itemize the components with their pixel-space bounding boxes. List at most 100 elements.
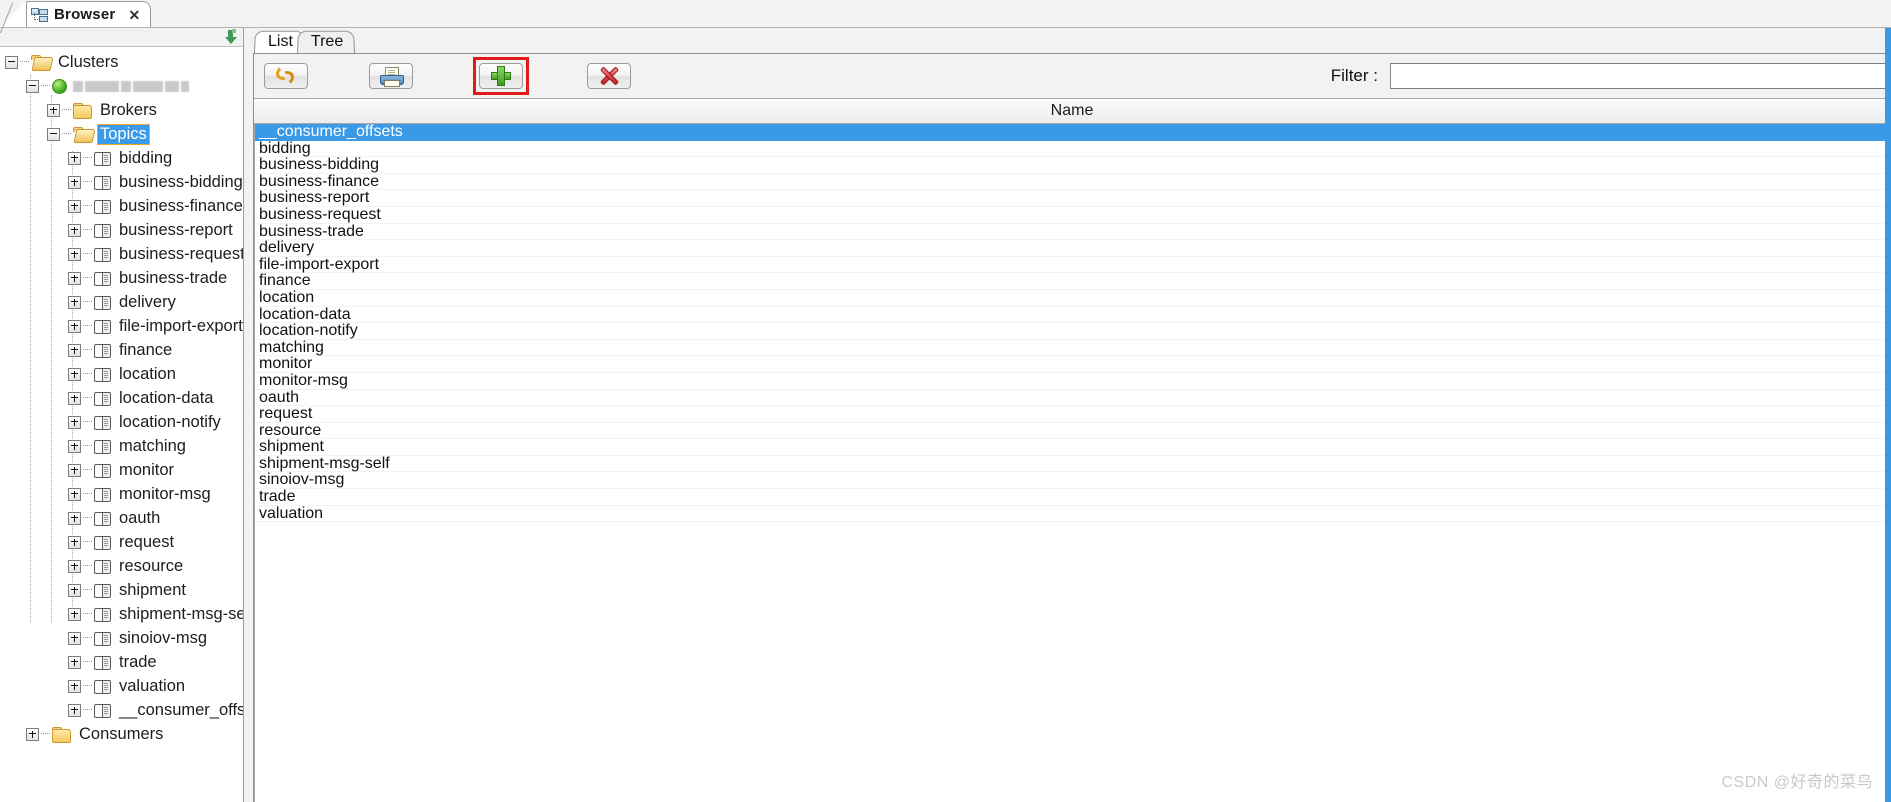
tree-toggle-icon[interactable]	[47, 103, 60, 117]
tree-node-topic[interactable]: location	[0, 362, 243, 386]
table-row[interactable]: file-import-export	[255, 256, 1890, 274]
tree-node-topic[interactable]: request	[0, 530, 243, 554]
table-row[interactable]: sinoiov-msg	[255, 472, 1890, 490]
tree-node-topic[interactable]: location-notify	[0, 410, 243, 434]
tree-toggle-icon[interactable]	[68, 295, 81, 309]
tree-node-topic[interactable]: resource	[0, 554, 243, 578]
table-row[interactable]: shipment	[255, 438, 1890, 456]
add-button[interactable]	[479, 63, 523, 89]
table-row[interactable]: bidding	[255, 140, 1890, 158]
table-row[interactable]: finance	[255, 273, 1890, 290]
tree-node-topic[interactable]: bidding	[0, 146, 243, 170]
table-row[interactable]: business-bidding	[255, 156, 1890, 174]
table-row[interactable]: monitor	[255, 356, 1890, 373]
tree-node-topic[interactable]: trade	[0, 650, 243, 674]
tree-toggle-icon[interactable]	[26, 727, 39, 741]
tree-toggle-icon[interactable]	[68, 151, 81, 165]
tree-toggle-icon[interactable]	[68, 559, 81, 573]
table-row[interactable]: business-finance	[255, 173, 1890, 191]
tree-toggle-icon[interactable]	[68, 439, 81, 453]
tree-toggle-icon[interactable]	[68, 319, 81, 333]
tree-node-topic[interactable]: __consumer_offsets	[0, 698, 243, 722]
cluster-tree[interactable]: Clusters Brokers Topics bidding business…	[0, 47, 243, 802]
tree-toggle-icon[interactable]	[68, 463, 81, 477]
vertical-scrollbar[interactable]	[1885, 28, 1891, 802]
tree-toggle-icon[interactable]	[47, 127, 60, 141]
tree-node-topics[interactable]: Topics	[0, 122, 243, 146]
filter-input[interactable]	[1390, 63, 1890, 89]
tree-node-topic[interactable]: location-data	[0, 386, 243, 410]
tree-toggle-icon[interactable]	[68, 415, 81, 429]
tree-toggle-icon[interactable]	[68, 583, 81, 597]
table-row[interactable]: location	[255, 289, 1890, 307]
table-row[interactable]: valuation	[255, 505, 1890, 523]
tree-node-topic[interactable]: monitor	[0, 458, 243, 482]
export-button[interactable]	[369, 63, 413, 89]
tree-node-topic[interactable]: file-import-export	[0, 314, 243, 338]
tree-toggle-icon[interactable]	[68, 607, 81, 621]
table-row[interactable]: monitor-msg	[255, 372, 1890, 390]
tree-node-topic[interactable]: sinoiov-msg	[0, 626, 243, 650]
content-tabs: List Tree	[244, 28, 1891, 53]
tree-toggle-icon[interactable]	[68, 535, 81, 549]
tree-node-topic[interactable]: delivery	[0, 290, 243, 314]
tree-toggle-icon[interactable]	[68, 271, 81, 285]
tree-node-topic[interactable]: finance	[0, 338, 243, 362]
table-row[interactable]: location-notify	[255, 322, 1890, 340]
tab-browser[interactable]: Browser ✕	[26, 1, 152, 27]
close-icon[interactable]: ✕	[128, 8, 140, 22]
tree-toggle-icon[interactable]	[68, 511, 81, 525]
tree-connector	[83, 469, 92, 471]
table-row[interactable]: delivery	[255, 239, 1890, 257]
table-cell-name: oauth	[259, 388, 300, 406]
table-row[interactable]: trade	[255, 488, 1890, 506]
table-row[interactable]: matching	[255, 339, 1890, 357]
tree-toggle-icon[interactable]	[26, 79, 39, 93]
collapse-all-down-arrow-icon[interactable]	[224, 28, 239, 45]
column-header-name[interactable]: Name	[1051, 102, 1094, 120]
delete-button[interactable]	[587, 63, 631, 89]
table-row[interactable]: business-request	[255, 205, 1890, 224]
refresh-button[interactable]	[264, 63, 308, 89]
tree-node-topic[interactable]: business-trade	[0, 266, 243, 290]
tree-toggle-icon[interactable]	[68, 175, 81, 189]
tree-node-clusters[interactable]: Clusters	[0, 50, 243, 74]
tree-toggle-icon[interactable]	[68, 679, 81, 693]
tree-node-cluster[interactable]	[0, 74, 243, 98]
tree-toggle-icon[interactable]	[68, 391, 81, 405]
table-cell-name: delivery	[259, 239, 315, 257]
tree-toggle-icon[interactable]	[68, 343, 81, 357]
tree-toggle-icon[interactable]	[68, 655, 81, 669]
tree-toggle-icon[interactable]	[68, 367, 81, 381]
tree-node-topic[interactable]: shipment-msg-self	[0, 602, 243, 626]
table-cell-name: business-request	[259, 205, 381, 223]
tree-toggle-icon[interactable]	[68, 487, 81, 501]
tree-toggle-icon[interactable]	[5, 55, 18, 69]
tree-toggle-icon[interactable]	[68, 703, 81, 717]
table-row[interactable]: business-report	[255, 190, 1890, 207]
table-row[interactable]: location-data	[255, 306, 1890, 324]
tree-toggle-icon[interactable]	[68, 223, 81, 237]
tree-node-topic[interactable]: business-request	[0, 242, 243, 266]
tree-node-topic[interactable]: oauth	[0, 506, 243, 530]
table-row[interactable]: business-trade	[255, 223, 1890, 241]
table-row[interactable]: oauth	[255, 388, 1890, 407]
table-body[interactable]: __consumer_offsets bidding business-biddin…	[254, 124, 1890, 802]
table-row[interactable]: resource	[255, 422, 1890, 440]
tab-tree[interactable]: Tree	[296, 30, 356, 53]
table-row[interactable]: shipment-msg-self	[255, 455, 1890, 473]
tree-node-brokers[interactable]: Brokers	[0, 98, 243, 122]
tree-node-topic[interactable]: business-finance	[0, 194, 243, 218]
tree-node-topic[interactable]: valuation	[0, 674, 243, 698]
tree-toggle-icon[interactable]	[68, 247, 81, 261]
tree-node-topic[interactable]: shipment	[0, 578, 243, 602]
tree-node-topic[interactable]: business-report	[0, 218, 243, 242]
table-row[interactable]: __consumer_offsets	[255, 124, 1890, 141]
table-row[interactable]: request	[255, 405, 1890, 423]
tree-toggle-icon[interactable]	[68, 199, 81, 213]
tree-node-consumers[interactable]: Consumers	[0, 722, 243, 746]
tree-toggle-icon[interactable]	[68, 631, 81, 645]
tree-node-topic[interactable]: matching	[0, 434, 243, 458]
tree-node-topic[interactable]: monitor-msg	[0, 482, 243, 506]
tree-node-topic[interactable]: business-bidding	[0, 170, 243, 194]
